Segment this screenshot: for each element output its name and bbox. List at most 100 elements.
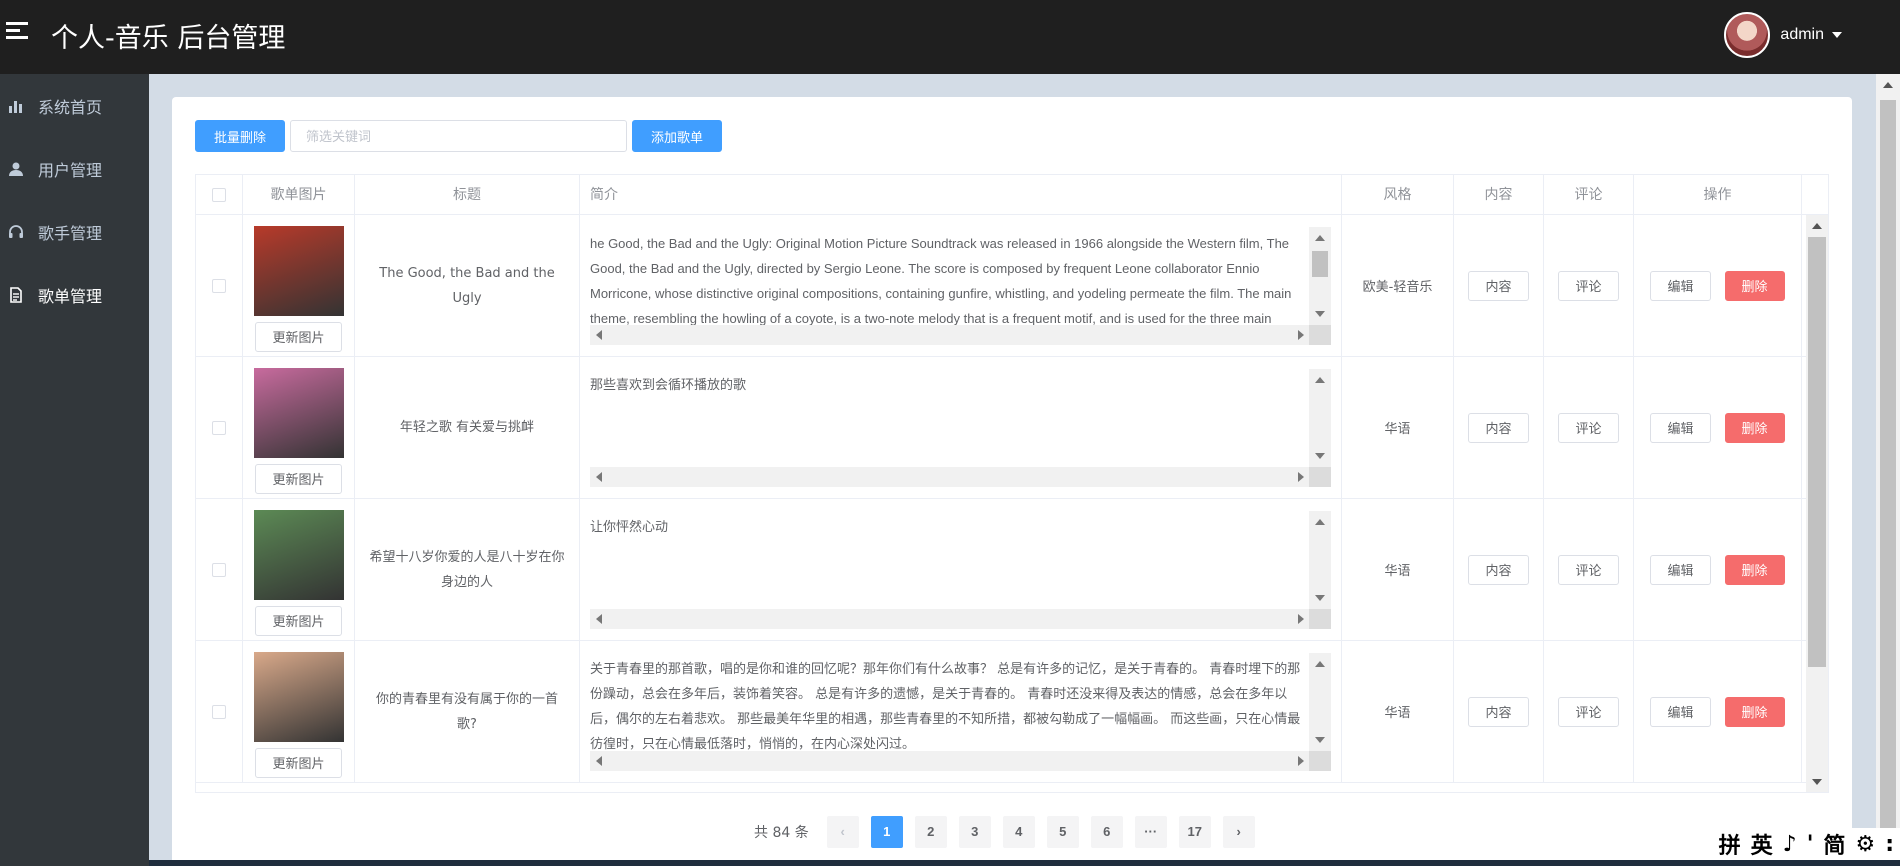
actions-cell: 编辑 删除	[1634, 499, 1802, 640]
sidebar-item-playlists[interactable]: 歌单管理	[0, 263, 149, 326]
page-number-button[interactable]: 2	[914, 816, 947, 848]
select-cell	[196, 357, 243, 498]
edit-button[interactable]: 编辑	[1650, 412, 1711, 443]
content-button[interactable]: 内容	[1468, 554, 1529, 585]
intro-textarea[interactable]: 关于青春里的那首歌，唱的是你和谁的回忆呢？那年你们有什么故事？ 总是有许多的记忆…	[590, 653, 1331, 771]
column-header-title: 标题	[355, 175, 580, 215]
delete-button[interactable]: 删除	[1724, 412, 1785, 443]
page-scrollbar[interactable]	[1876, 74, 1900, 866]
playlist-cover-image	[253, 651, 344, 742]
intro-vertical-scrollbar[interactable]	[1309, 227, 1331, 325]
table-header: 歌单图片 标题 简介 风格 内容 评论 操作	[196, 175, 1828, 215]
intro-horizontal-scrollbar[interactable]	[590, 609, 1310, 629]
table-row: 更新图片 年轻之歌 有关爱与挑衅 那些喜欢到会循环播放的歌 华语 内容 评论 编…	[196, 357, 1828, 499]
sidebar-item-home[interactable]: 系统首页	[0, 74, 149, 137]
intro-textarea[interactable]: he Good, the Bad and the Ugly: Original …	[590, 227, 1331, 345]
edit-button[interactable]: 编辑	[1650, 554, 1711, 585]
select-all-cell	[196, 175, 243, 215]
intro-horizontal-scrollbar[interactable]	[590, 751, 1310, 771]
sidebar-item-users[interactable]: 用户管理	[0, 137, 149, 200]
ime-item[interactable]: :	[1885, 832, 1894, 857]
update-image-button[interactable]: 更新图片	[255, 321, 342, 352]
update-image-button[interactable]: 更新图片	[255, 605, 342, 636]
document-icon	[10, 286, 22, 303]
ime-item[interactable]: ♪	[1783, 832, 1797, 857]
intro-vertical-scrollbar[interactable]	[1309, 511, 1331, 609]
content-button[interactable]: 内容	[1468, 270, 1529, 301]
sidebar-item-singers[interactable]: 歌手管理	[0, 200, 149, 263]
ime-toolbar: 拼英 ♪ ' 简 ⚙:	[1708, 828, 1900, 860]
page-number-button[interactable]: 6	[1090, 816, 1123, 848]
next-page-button[interactable]: ›	[1222, 816, 1255, 848]
sidebar: 系统首页 用户管理 歌手管理 歌单管理	[0, 74, 149, 866]
playlist-style: 华语	[1342, 499, 1454, 640]
content-button[interactable]: 内容	[1468, 412, 1529, 443]
prev-page-button[interactable]: ‹	[826, 816, 859, 848]
delete-button[interactable]: 删除	[1724, 696, 1785, 727]
delete-button[interactable]: 删除	[1724, 554, 1785, 585]
scrollbar-corner	[1309, 467, 1331, 487]
ime-item[interactable]: 简	[1823, 828, 1845, 860]
cover-cell: 更新图片	[243, 641, 355, 782]
ime-item[interactable]: ⚙	[1855, 832, 1875, 857]
row-checkbox[interactable]	[212, 278, 226, 293]
scrollbar-thumb[interactable]	[1880, 100, 1896, 866]
intro-horizontal-scrollbar[interactable]	[590, 325, 1310, 345]
edit-button[interactable]: 编辑	[1650, 270, 1711, 301]
update-image-button[interactable]: 更新图片	[255, 463, 342, 494]
column-header-cover: 歌单图片	[243, 175, 355, 215]
row-checkbox[interactable]	[212, 704, 226, 719]
select-all-checkbox[interactable]	[212, 188, 226, 202]
scrollbar-thumb[interactable]	[1808, 237, 1826, 667]
delete-button[interactable]: 删除	[1724, 270, 1785, 301]
scroll-up-icon[interactable]	[1812, 223, 1822, 229]
comment-cell: 评论	[1544, 215, 1634, 356]
actions-cell: 编辑 删除	[1634, 641, 1802, 782]
page-number-button[interactable]: 4	[1002, 816, 1035, 848]
bottom-strip	[149, 860, 1900, 866]
row-checkbox[interactable]	[212, 420, 226, 435]
page-number-button[interactable]: 5	[1046, 816, 1079, 848]
edit-button[interactable]: 编辑	[1650, 696, 1711, 727]
content-card: 批量删除 添加歌单 歌单图片 标题 简介 风格 内容 评论 操作 更新图片 Th…	[172, 97, 1852, 866]
intro-horizontal-scrollbar[interactable]	[590, 467, 1310, 487]
actions-cell: 编辑 删除	[1634, 357, 1802, 498]
row-checkbox[interactable]	[212, 562, 226, 577]
page-number-button[interactable]: 17	[1178, 816, 1211, 848]
intro-vertical-scrollbar[interactable]	[1309, 369, 1331, 467]
comment-button[interactable]: 评论	[1558, 696, 1619, 727]
menu-toggle-icon[interactable]	[6, 22, 28, 44]
comment-button[interactable]: 评论	[1558, 270, 1619, 301]
add-playlist-button[interactable]: 添加歌单	[632, 120, 723, 152]
playlist-style: 华语	[1342, 357, 1454, 498]
comment-button[interactable]: 评论	[1558, 412, 1619, 443]
more-pages-button[interactable]: ···	[1134, 816, 1167, 848]
user-menu[interactable]: admin	[1724, 12, 1842, 58]
page-number-button[interactable]: 1	[870, 816, 903, 848]
app-title: 个人-音乐 后台管理	[51, 23, 286, 54]
intro-textarea[interactable]: 让你怦然心动	[590, 511, 1331, 629]
playlist-title: The Good, the Bad and the Ugly	[355, 215, 580, 356]
sidebar-item-label: 歌单管理	[38, 288, 103, 306]
page-number-button[interactable]: 3	[958, 816, 991, 848]
playlist-intro: he Good, the Bad and the Ugly: Original …	[590, 236, 1292, 325]
table-scrollbar[interactable]	[1806, 215, 1828, 792]
column-header-content: 内容	[1454, 175, 1544, 215]
avatar[interactable]	[1724, 12, 1771, 58]
ime-item[interactable]: 拼	[1719, 828, 1741, 860]
ime-item[interactable]: '	[1807, 832, 1814, 857]
ime-item[interactable]: 英	[1751, 828, 1773, 860]
batch-delete-button[interactable]: 批量删除	[195, 120, 286, 152]
search-input[interactable]	[290, 120, 628, 152]
content-button[interactable]: 内容	[1468, 696, 1529, 727]
intro-textarea[interactable]: 那些喜欢到会循环播放的歌	[590, 369, 1331, 487]
update-image-button[interactable]: 更新图片	[255, 747, 342, 778]
username[interactable]: admin	[1780, 26, 1824, 44]
scroll-up-icon[interactable]	[1883, 82, 1893, 88]
intro-vertical-scrollbar[interactable]	[1309, 653, 1331, 751]
chevron-down-icon[interactable]	[1832, 32, 1842, 38]
comment-button[interactable]: 评论	[1558, 554, 1619, 585]
scroll-down-icon[interactable]	[1812, 779, 1822, 785]
playlist-style: 欧美-轻音乐	[1342, 215, 1454, 356]
intro-cell: he Good, the Bad and the Ugly: Original …	[580, 215, 1342, 356]
